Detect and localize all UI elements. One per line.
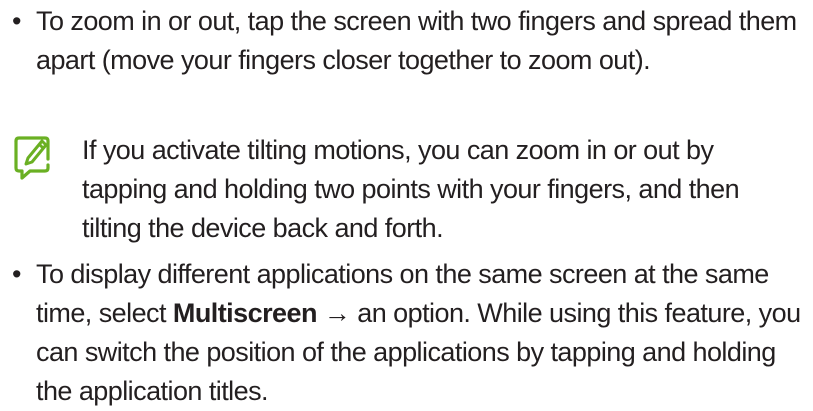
note-block: If you activate tilting motions, you can… [12,131,802,248]
note-pencil-icon [14,136,50,180]
bullet-item-zoom: • To zoom in or out, tap the screen with… [12,2,802,80]
manual-page: • To zoom in or out, tap the screen with… [0,0,813,406]
bullet-marker: • [12,6,22,36]
bullet-item-multiscreen: • To display different applications on t… [12,255,802,411]
note-text: If you activate tilting motions, you can… [82,135,740,243]
bullet-text-multiscreen: To display different applications on the… [36,255,802,411]
bullet-marker: • [12,259,22,289]
multiscreen-keyword: Multiscreen [172,298,318,328]
bullet-text-zoom: To zoom in or out, tap the screen with t… [36,6,797,75]
